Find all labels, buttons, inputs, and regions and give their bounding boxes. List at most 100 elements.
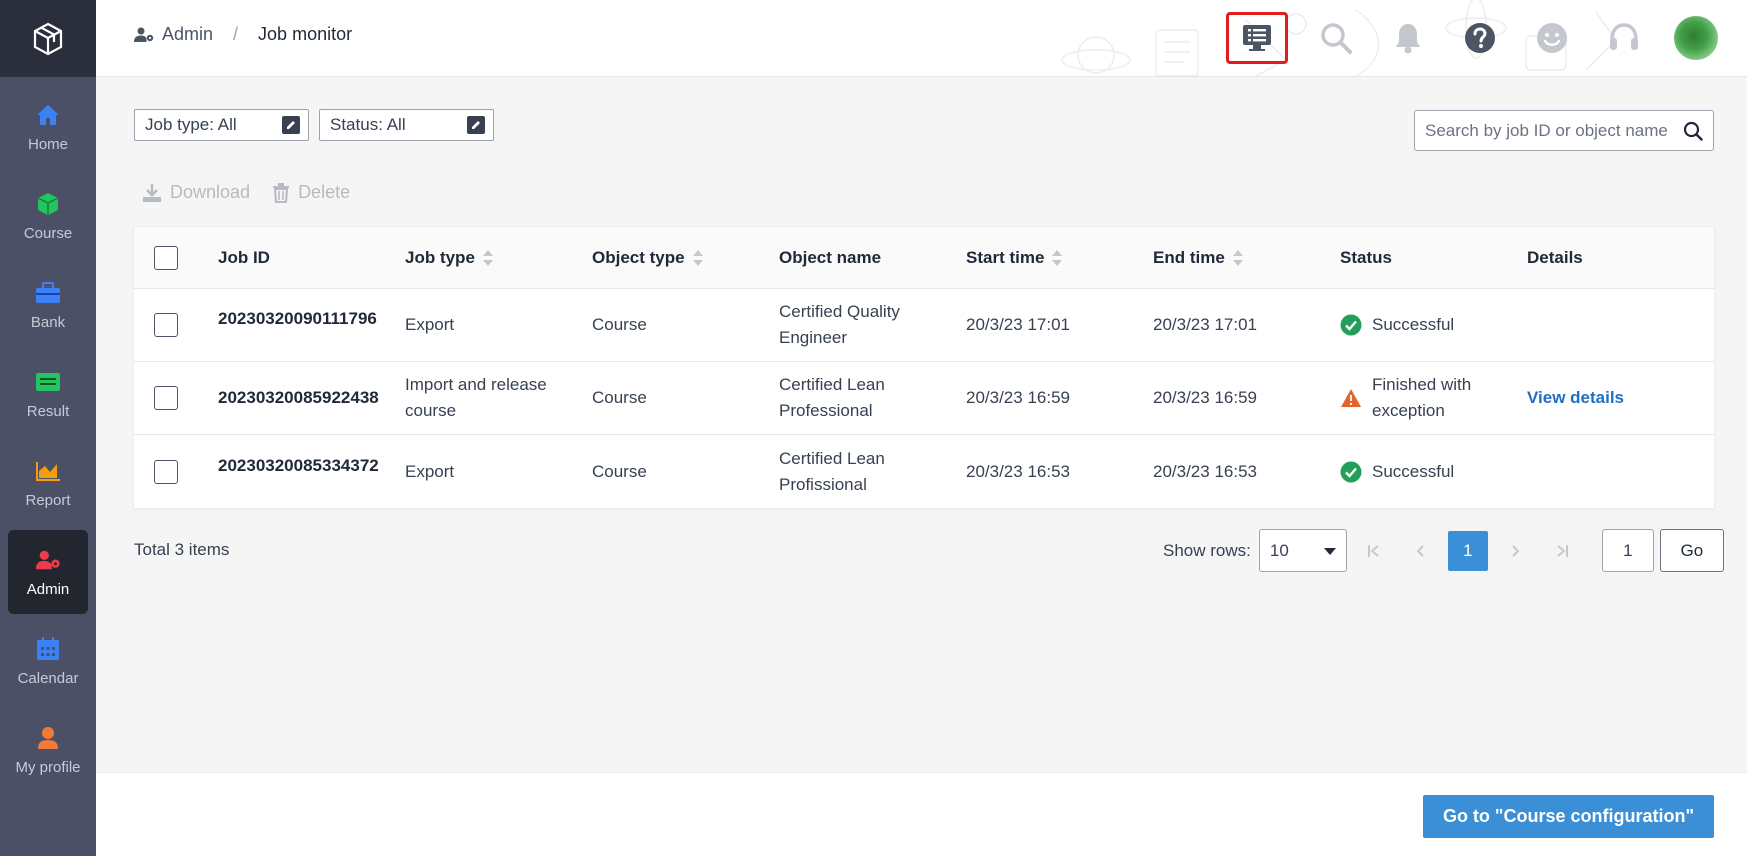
status-cell: Successful [1340, 312, 1527, 338]
sidebar-item-label: Report [25, 491, 71, 509]
go-button[interactable]: Go [1659, 529, 1724, 572]
sidebar-item-my-profile[interactable]: My profile [8, 708, 88, 792]
job-id: 20230320085922438 [218, 388, 379, 407]
header-end-time-label: End time [1153, 247, 1225, 267]
sidebar-item-home[interactable]: Home [8, 85, 88, 169]
header-object-name-label: Object name [779, 247, 882, 267]
next-page-button[interactable] [1495, 531, 1535, 571]
job-search [1414, 110, 1714, 151]
breadcrumb-separator: / [233, 24, 239, 44]
avatar-button[interactable] [1672, 14, 1720, 62]
download-icon [143, 183, 161, 202]
page-button-current[interactable]: 1 [1447, 530, 1488, 571]
job-type-filter-label: Job type: All [145, 115, 237, 134]
sidebar-item-label: My profile [15, 758, 81, 776]
page-title: Job monitor [258, 24, 353, 44]
success-check-icon [1340, 314, 1362, 336]
rows-per-page-value: 10 [1269, 540, 1289, 560]
user-gear-icon [35, 547, 61, 573]
end-time: 20/3/23 17:01 [1153, 315, 1257, 334]
details-cell: View details [1527, 385, 1714, 411]
search-icon [1321, 23, 1352, 54]
home-icon [35, 102, 61, 128]
help-button[interactable] [1456, 14, 1504, 62]
search-input[interactable] [1415, 111, 1713, 150]
status-cell: Finished with exception [1340, 372, 1527, 424]
header-details: Details [1527, 245, 1714, 271]
download-button[interactable]: Download [142, 182, 250, 203]
sort-icon[interactable] [1232, 249, 1243, 267]
job-monitor-button[interactable] [1226, 12, 1288, 64]
object-name: Certified Lean Profissional [779, 448, 885, 494]
app-logo[interactable] [0, 0, 96, 77]
table-row: 20230320085334372 Export Course Certifie… [134, 435, 1714, 508]
last-page-button[interactable] [1542, 531, 1582, 571]
goto-page-input[interactable]: 1 [1601, 529, 1654, 572]
sidebar-item-course[interactable]: Course [8, 174, 88, 258]
sort-icon[interactable] [692, 249, 703, 267]
search-button[interactable] [1312, 14, 1360, 62]
row-checkbox[interactable] [154, 386, 178, 410]
sidebar-item-bank[interactable]: Bank [8, 263, 88, 347]
header-job-type[interactable]: Job type [405, 245, 592, 271]
sidebar-item-label: Course [23, 224, 73, 242]
briefcase-icon [35, 280, 61, 306]
sort-icon[interactable] [482, 249, 493, 267]
header-object-type-label: Object type [592, 247, 685, 267]
edit-icon [467, 116, 485, 134]
status-filter[interactable]: Status: All [319, 109, 494, 141]
select-all-cell [134, 245, 218, 270]
breadcrumb-admin-label: Admin [162, 24, 214, 44]
sidebar-item-admin[interactable]: Admin [8, 530, 88, 614]
sort-icon[interactable] [1052, 249, 1063, 267]
last-page-icon [1557, 544, 1568, 557]
header-status: Status [1340, 245, 1527, 271]
row-checkbox[interactable] [154, 313, 178, 337]
object-type: Course [592, 315, 647, 334]
header-job-id-label: Job ID [218, 247, 270, 267]
status-text: Successful [1372, 461, 1455, 481]
course-configuration-button[interactable]: Go to "Course configuration" [1422, 795, 1714, 838]
sidebar-item-label: Admin [26, 580, 70, 598]
page-footer: Go to "Course configuration" [96, 772, 1747, 856]
job-type-filter[interactable]: Job type: All [134, 109, 309, 141]
header-details-label: Details [1527, 247, 1583, 267]
first-page-button[interactable] [1354, 531, 1394, 571]
header-start-time[interactable]: Start time [966, 245, 1153, 271]
feedback-button[interactable] [1528, 14, 1576, 62]
notifications-button[interactable] [1384, 14, 1432, 62]
total-items: Total 3 items [134, 540, 230, 559]
object-type: Course [592, 388, 647, 407]
object-name: Certified Quality Engineer [779, 302, 900, 347]
view-details-link[interactable]: View details [1527, 388, 1624, 407]
object-type: Course [592, 461, 647, 481]
select-all-checkbox[interactable] [154, 245, 178, 270]
prev-page-button[interactable] [1401, 531, 1441, 571]
edit-icon [282, 116, 300, 134]
sidebar-item-result[interactable]: Result [8, 352, 88, 436]
rows-per-page-select[interactable]: 10 [1258, 529, 1347, 572]
row-checkbox[interactable] [154, 459, 178, 484]
breadcrumb-admin[interactable]: Admin [134, 24, 213, 45]
sidebar: Home Course Bank Result Report Admin Cal… [0, 0, 96, 856]
pagination: Show rows: 10 1 1 Go [1163, 529, 1724, 572]
row-select-cell [134, 313, 218, 337]
header-object-type[interactable]: Object type [592, 245, 779, 271]
header-job-type-label: Job type [405, 247, 475, 267]
header-end-time[interactable]: End time [1153, 245, 1340, 271]
delete-button[interactable]: Delete [272, 182, 350, 203]
support-button[interactable] [1600, 14, 1648, 62]
start-time: 20/3/23 17:01 [966, 315, 1070, 334]
sidebar-item-report[interactable]: Report [8, 441, 88, 525]
smiley-icon [1537, 23, 1567, 53]
header-object-name: Object name [779, 245, 966, 271]
calendar-icon [35, 636, 61, 662]
sidebar-item-label: Home [27, 135, 68, 153]
first-page-icon [1367, 544, 1379, 557]
chevron-right-icon [1512, 544, 1520, 557]
header-status-label: Status [1340, 247, 1392, 267]
sidebar-item-calendar[interactable]: Calendar [8, 619, 88, 703]
table-row: 20230320085922438 Import and release cou… [134, 362, 1714, 435]
search-icon[interactable] [1683, 121, 1703, 146]
object-name: Certified Lean Professional [779, 375, 885, 420]
